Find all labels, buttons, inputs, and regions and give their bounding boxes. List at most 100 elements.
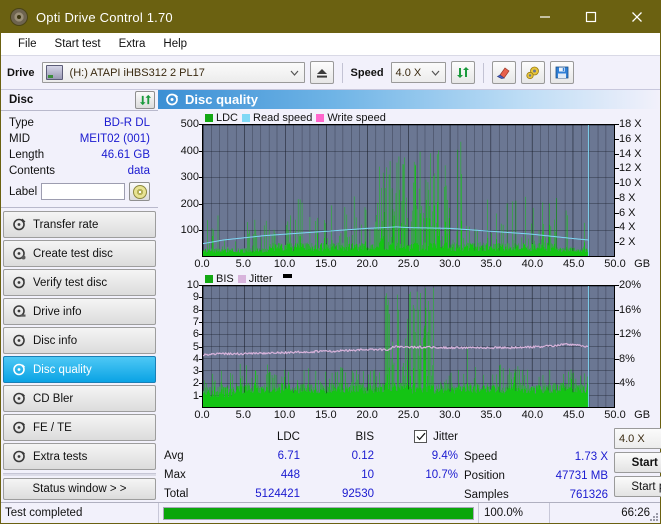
nav-list: Transfer rate Create test disc Verify te…: [1, 208, 158, 502]
sidebar-spacer: [3, 473, 156, 476]
legend-swatch-jitter: [238, 275, 246, 283]
close-button[interactable]: [614, 1, 660, 33]
maximize-button[interactable]: [568, 1, 614, 33]
axis-unit-label: GB: [634, 409, 650, 421]
axis-tick-label: 5.0: [236, 409, 251, 421]
axis-tick-label: 500: [181, 118, 199, 130]
legend-swatch-write-speed: [316, 114, 324, 122]
top-chart-legend: LDC Read speed Write speed: [158, 111, 660, 124]
disc-length-value: 46.61 GB: [101, 149, 150, 161]
progress-container: [159, 503, 478, 523]
legend-item-bis: BIS: [205, 273, 234, 285]
table-row: Avg 6.71 0.12 9.4%: [164, 446, 460, 465]
disc-refresh-button[interactable]: [135, 91, 155, 109]
jitter-label: Jitter: [433, 431, 458, 443]
axis-tick-label: 15.0: [315, 409, 336, 421]
axis-tick-label: 2 X: [619, 236, 636, 248]
settings-button[interactable]: [521, 61, 545, 84]
stats-panel: LDC BIS Jitter Avg 6.71 0.12 9.: [158, 423, 660, 502]
jitter-checkbox[interactable]: [414, 430, 427, 443]
axis-tick-label: 50.0: [604, 258, 625, 270]
menu-extra[interactable]: Extra: [110, 36, 155, 52]
legend-label: LDC: [216, 112, 238, 124]
disc-contents-label: Contents: [9, 165, 55, 177]
legend-swatch-bis: [205, 275, 213, 283]
disc-panel-title: Disc: [9, 94, 33, 106]
test-speed-select[interactable]: 4.0 X: [614, 428, 661, 449]
save-button[interactable]: [550, 61, 574, 84]
speed-select[interactable]: 4.0 X: [391, 62, 446, 83]
menu-file[interactable]: File: [9, 36, 46, 52]
start-full-button[interactable]: Start full: [614, 452, 661, 473]
drive-select[interactable]: (H:) ATAPI iHBS312 2 PL17: [42, 62, 305, 83]
bottom-chart-y-axis: 12345678910: [158, 285, 202, 408]
axis-tick-label: 4%: [619, 377, 635, 389]
sidebar-item-label: Disc quality: [33, 364, 92, 376]
axis-tick-label: 5.0: [236, 258, 251, 270]
toolbar-divider: [483, 63, 484, 83]
sidebar-item-disc-quality[interactable]: Disc quality: [3, 356, 156, 383]
legend-item-jitter: Jitter: [238, 273, 273, 285]
axis-tick-label: 14 X: [619, 148, 642, 160]
sidebar-item-disc-info[interactable]: Disc info: [3, 327, 156, 354]
axis-tick-label: 35.0: [480, 258, 501, 270]
refresh-button[interactable]: [451, 61, 475, 84]
sidebar-item-drive-info[interactable]: Drive info: [3, 298, 156, 325]
speed-label: Speed: [351, 67, 384, 79]
readout-position: Position 47731 MB: [464, 466, 614, 485]
resize-grip-icon[interactable]: [649, 512, 658, 521]
sidebar-item-fe-te[interactable]: FE / TE: [3, 414, 156, 441]
minimize-button[interactable]: [522, 1, 568, 33]
sidebar-item-extra-tests[interactable]: Extra tests: [3, 443, 156, 470]
disc-label-caption: Label: [9, 186, 37, 198]
bottom-chart-legend: BIS Jitter: [158, 272, 660, 285]
stats-row-label: Total: [164, 488, 216, 500]
title-bar: Opti Drive Control 1.70: [1, 1, 660, 33]
chevron-down-icon: [286, 70, 304, 76]
axis-tick-label: 10 X: [619, 177, 642, 189]
stats-max-ldc: 448: [216, 469, 300, 481]
drive-label: Drive: [7, 67, 35, 79]
axis-tick-label: 2: [193, 377, 199, 389]
position-readout-label: Position: [464, 470, 524, 482]
status-window-button[interactable]: Status window > >: [3, 478, 156, 500]
stats-avg-bis: 0.12: [300, 450, 374, 462]
axis-tick-label: 40.0: [522, 258, 543, 270]
axis-tick-label: 100: [181, 224, 199, 236]
page-title: Disc quality: [185, 92, 258, 107]
app-disc-icon: [10, 8, 28, 26]
disc-label-button[interactable]: [129, 182, 150, 201]
stats-col-jitter: Jitter: [374, 430, 458, 443]
menu-help[interactable]: Help: [154, 36, 196, 52]
speed-select-value: 4.0 X: [392, 67, 426, 79]
window-controls: [522, 1, 660, 33]
axis-tick-label: 200: [181, 198, 199, 210]
sidebar-item-cd-bler[interactable]: CD Bler: [3, 385, 156, 412]
axis-tick-label: 30.0: [439, 258, 460, 270]
menu-start-test[interactable]: Start test: [46, 36, 110, 52]
axis-tick-label: 3: [193, 365, 199, 377]
disc-drive-icon: [12, 305, 26, 319]
sidebar-item-verify-test-disc[interactable]: Verify test disc: [3, 269, 156, 296]
disc-info-icon: [12, 334, 26, 348]
axis-tick-label: 8%: [619, 353, 635, 365]
disc-info-panel: Type BD-R DL MID MEIT02 (001) Length 46.…: [1, 111, 158, 208]
main-panel: Disc quality LDC Read speed: [158, 90, 660, 502]
sidebar-item-transfer-rate[interactable]: Transfer rate: [3, 211, 156, 238]
axis-unit-label: GB: [634, 258, 650, 270]
samples-readout-label: Samples: [464, 489, 524, 501]
disc-type-value: BD-R DL: [104, 117, 150, 129]
erase-button[interactable]: [492, 61, 516, 84]
disc-label-input[interactable]: [41, 183, 125, 200]
sidebar-item-create-test-disc[interactable]: Create test disc: [3, 240, 156, 267]
status-text: Test completed: [1, 503, 159, 523]
axis-tick-label: 16 X: [619, 133, 642, 145]
axis-tick-label: 40.0: [522, 409, 543, 421]
eject-button[interactable]: [310, 61, 334, 84]
speed-readout-value: 1.73 X: [524, 451, 614, 463]
top-chart-y2-axis: 2 X4 X6 X8 X10 X12 X14 X16 X18 X: [615, 124, 660, 257]
bottom-chart-plot: [202, 285, 615, 408]
start-part-button[interactable]: Start part: [614, 476, 661, 497]
test-speed-value: 4.0 X: [615, 433, 649, 445]
axis-tick-label: 7: [193, 316, 199, 328]
